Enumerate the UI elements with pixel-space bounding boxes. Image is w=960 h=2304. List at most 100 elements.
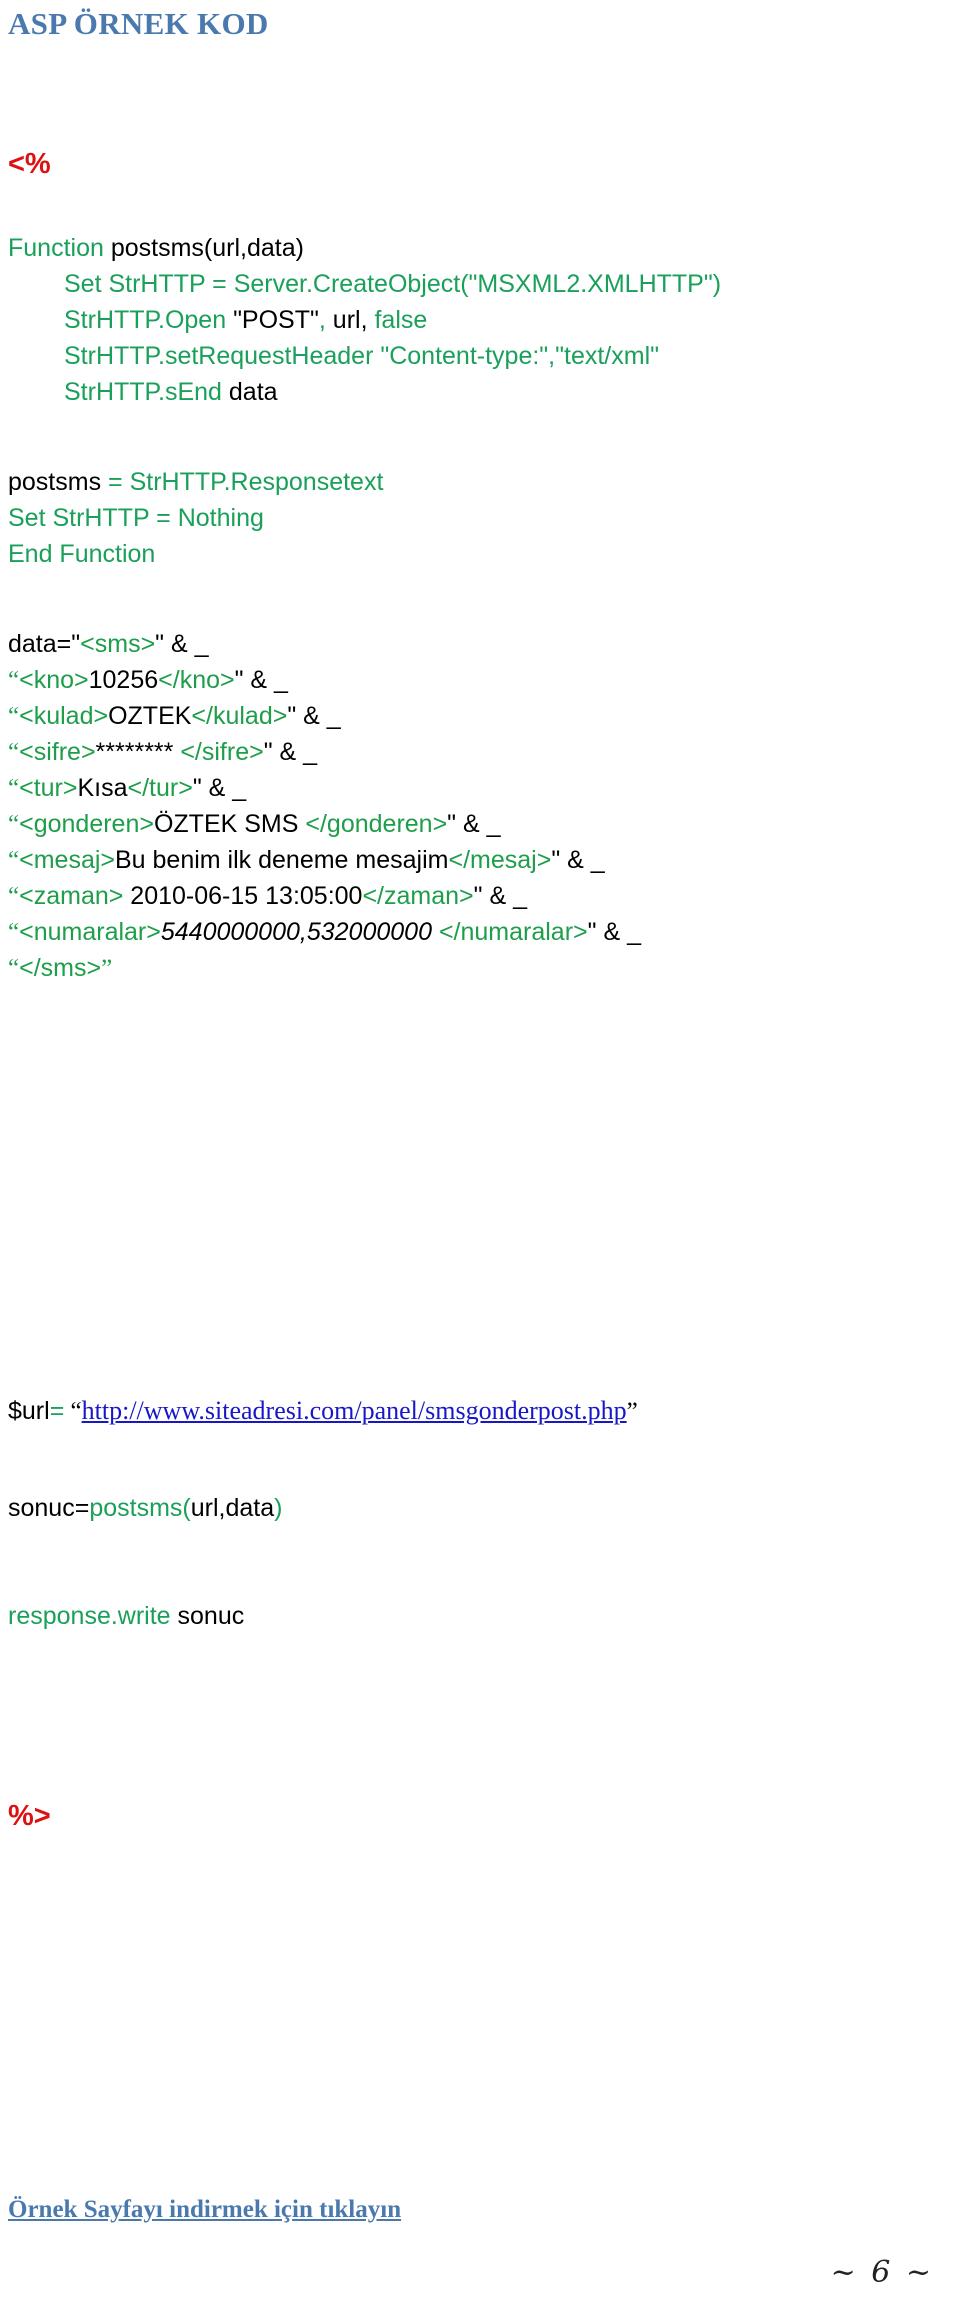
data-line: “<kno>10256</kno>" & _ [8,662,952,698]
data-suffix: " & _ [263,738,318,766]
comma-1: , [318,306,333,334]
code-line-set-nothing: Set StrHTTP = Nothing [8,500,952,536]
code-blank-line-2 [8,572,952,608]
code-line-set-header: StrHTTP.setRequestHeader "Content-type:"… [8,338,952,374]
url-quote-open: “ [64,1398,82,1425]
data-suffix: " & _ [551,846,605,874]
data-line: “<gonderen>ÖZTEK SMS </gonderen>" & _ [8,806,952,842]
data-line: “<sifre>******** </sifre>" & _ [8,734,952,770]
arg-http-method: "POST" [233,306,319,334]
xml-close-tag: </zaman> [362,882,474,910]
asp-close-delimiter: %> [8,1800,51,1832]
write-keyword: response.write [8,1602,171,1630]
stmt-open-call: StrHTTP.Open [64,306,227,334]
data-prefix: “ [8,775,20,802]
smsgonderpost-hyperlink[interactable]: http://www.siteadresi.com/panel/smsgonde… [82,1396,627,1425]
code-line-call: sonuc=postsms(url,data) [8,1490,952,1526]
return-var: postsms [8,468,102,496]
asp-open-delimiter: <% [8,148,51,180]
xml-open-tag: <numaralar> [19,918,161,946]
keyword-function: Function [8,234,104,262]
download-sample-page-link[interactable]: Örnek Sayfayı indirmek için tıklayın [8,2196,401,2224]
stmt-create-object: Set StrHTTP = Server.CreateObject("MSXML… [64,270,722,298]
data-prefix: “ [8,883,20,910]
call-line-block: sonuc=postsms(url,data) [8,1490,952,1526]
url-equals: = [49,1397,65,1425]
code-line-create-object: Set StrHTTP = Server.CreateObject("MSXML… [8,266,952,302]
code-blank-line-1 [8,410,952,446]
xml-value: 5440000000,532000000 [160,918,439,946]
data-prefix: data=" [8,630,81,658]
data-prefix: “ [8,919,20,946]
page-number: ~ 6 ~ [830,2255,934,2290]
data-line: “</sms>” [8,950,952,986]
data-line: “<kulad>OZTEK</kulad>" & _ [8,698,952,734]
xml-open-tag: <kno> [19,666,89,694]
xml-close-tag: </numaralar> [438,918,588,946]
xml-close-tag: </mesaj> [448,846,552,874]
xml-open-tag: <sms> [80,630,156,658]
xml-value: ÖZTEK SMS [153,810,306,838]
arg-async: false [367,306,428,334]
xml-close-tag: </tur> [127,774,193,802]
xml-close-tag: </gonderen> [305,810,448,838]
code-blank-line-2b [8,608,952,626]
call-prefix: sonuc= [8,1494,90,1522]
xml-open-tag: <gonderen> [19,810,154,838]
stmt-set-nothing: Set StrHTTP = Nothing [8,504,264,532]
data-suffix: " & _ [155,630,209,658]
xml-close-tag: </sifre> [180,738,264,766]
code-blank-line-1b [8,446,952,464]
xml-value: Kısa [77,774,128,802]
xml-close-tag: </kno> [158,666,235,694]
data-prefix: “ [8,739,20,766]
function-signature-text: postsms(url,data) [110,234,304,262]
code-line-write: response.write sonuc [8,1598,952,1634]
data-prefix: “ [8,703,20,730]
data-prefix: “ [8,667,20,694]
xml-open-tag: <tur> [19,774,78,802]
data-suffix: " & _ [447,810,501,838]
url-variable: $url [8,1397,50,1425]
write-arg: sonuc [170,1602,245,1630]
code-line-function-decl: Function postsms(url,data) [8,230,952,266]
data-line: “<numaralar>5440000000,532000000 </numar… [8,914,952,950]
stmt-end-function: End Function [8,540,156,568]
write-line-block: response.write sonuc [8,1598,952,1634]
call-fn-open: postsms( [89,1494,191,1522]
data-line: “<tur>Kısa</tur>" & _ [8,770,952,806]
data-suffix: " & _ [287,702,341,730]
stmt-send-call: StrHTTP.sEnd [64,378,222,406]
data-prefix: “ [8,811,20,838]
xml-open-tag: <mesaj> [19,846,115,874]
url-quote-close: ” [626,1398,638,1425]
data-suffix: ” [101,955,113,982]
data-suffix: " & _ [234,666,288,694]
xml-value: OZTEK [108,702,192,730]
document-page: ASP ÖRNEK KOD <% Function postsms(url,da… [0,0,960,2304]
call-args: url,data [190,1494,275,1522]
xml-value: 2010-06-15 13:05:00 [123,882,363,910]
code-block: Function postsms(url,data) Set StrHTTP =… [8,230,952,986]
xml-value: Bu benim ilk deneme mesajim [115,846,449,874]
data-line: “<mesaj>Bu benim ilk deneme mesajim</mes… [8,842,952,878]
xml-open-tag: </sms> [19,954,102,982]
data-line: “<zaman> 2010-06-15 13:05:00</zaman>" & … [8,878,952,914]
data-suffix: " & _ [473,882,527,910]
code-line-return-assign: postsms = StrHTTP.Responsetext [8,464,952,500]
data-suffix: " & _ [192,774,247,802]
xml-open-tag: <sifre> [19,738,96,766]
code-line-end-function: End Function [8,536,952,572]
xml-value: ******** [95,738,181,766]
page-title: ASP ÖRNEK KOD [8,6,269,41]
xml-value: 10256 [88,666,159,694]
data-prefix: “ [8,955,20,982]
xml-open-tag: <kulad> [19,702,109,730]
xml-close-tag: </kulad> [191,702,288,730]
function-signature [104,234,111,262]
data-prefix: “ [8,847,20,874]
arg-data: data [221,378,278,406]
code-line-open: StrHTTP.Open "POST", url, false [8,302,952,338]
call-fn-close: ) [274,1494,283,1522]
xml-open-tag: <zaman> [19,882,124,910]
